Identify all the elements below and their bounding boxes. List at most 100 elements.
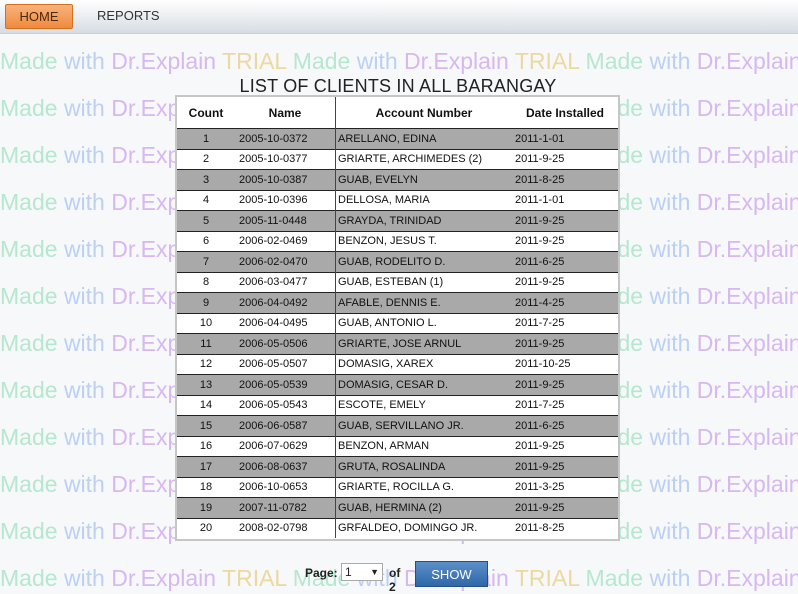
table-row: 4 2005-10-0396 DELLOSA, MARIA 2011-1-01 (177, 189, 618, 211)
cell-account-number: DOMASIG, XAREX (335, 353, 512, 375)
watermark-with: with (63, 330, 105, 356)
cell-name: 2006-04-0492 (235, 292, 336, 313)
cell-account-number: GUAB, EVELYN (335, 169, 512, 190)
table-row: 8 2006-03-0477 GUAB, ESTEBAN (1) 2011-9-25 (177, 271, 618, 293)
watermark-made: Made (0, 95, 58, 121)
cell-account-number: GRIARTE, ROCILLA G. (335, 476, 512, 498)
table-row: 7 2006-02-0470 GUAB, RODELITO D. 2011-6-25 (177, 251, 618, 272)
cell-account-number: GRIARTE, JOSE ARNUL (335, 333, 512, 354)
cell-count: 8 (177, 271, 235, 293)
cell-date-installed: 2011-6-25 (512, 251, 618, 272)
watermark-with: with (63, 236, 105, 262)
table-header-row: Count Name Account Number Date Installed (177, 97, 618, 129)
watermark-with: with (63, 565, 105, 591)
cell-name: 2006-03-0477 (235, 271, 336, 293)
table-row: 9 2006-04-0492 AFABLE, DENNIS E. 2011-4-25 (177, 292, 618, 313)
watermark-dr: Dr.Explain (696, 142, 798, 168)
watermark-made: Made (0, 189, 58, 215)
cell-account-number: GUAB, SERVILLANO JR. (335, 415, 512, 436)
watermark-with: with (63, 518, 105, 544)
page-title: LIST OF CLIENTS IN ALL BARANGAY (0, 76, 798, 97)
cell-date-installed: 2011-8-25 (512, 169, 618, 190)
cell-name: 2006-06-0587 (235, 415, 336, 436)
cell-name: 2006-05-0539 (235, 374, 336, 395)
watermark-dr: Dr.Explain (111, 48, 217, 74)
watermark-dr: Dr.Explain (696, 95, 798, 121)
cell-account-number: GUAB, HERMINA (2) (335, 497, 512, 518)
table-row: 19 2007-11-0782 GUAB, HERMINA (2) 2011-9-25 (177, 497, 618, 518)
cell-date-installed: 2011-7-25 (512, 312, 618, 334)
watermark-with: with (63, 95, 105, 121)
cell-count: 1 (177, 128, 235, 149)
table-row: 12 2006-05-0507 DOMASIG, XAREX 2011-10-25 (177, 353, 618, 375)
cell-name: 2005-10-0372 (235, 128, 336, 149)
cell-account-number: ARELLANO, EDINA (335, 128, 512, 149)
cell-count: 17 (177, 456, 235, 477)
cell-count: 7 (177, 251, 235, 272)
top-nav-bar: HOME REPORTS (0, 0, 798, 34)
cell-count: 4 (177, 189, 235, 211)
watermark-with: with (649, 330, 691, 356)
cell-account-number: GRIARTE, ARCHIMEDES (2) (335, 148, 512, 170)
cell-date-installed: 2011-3-25 (512, 476, 618, 498)
table-row: 14 2006-05-0543 ESCOTE, EMELY 2011-7-25 (177, 394, 618, 416)
clients-table-container: Count Name Account Number Date Installed… (175, 95, 620, 541)
page-select[interactable]: 1 ▼ (341, 563, 383, 581)
cell-date-installed: 2011-9-25 (512, 148, 618, 170)
watermark-made: Made (585, 48, 644, 74)
cell-name: 2006-02-0470 (235, 251, 336, 272)
cell-count: 3 (177, 169, 235, 190)
watermark-dr: Dr.Explain (696, 236, 798, 262)
cell-account-number: DOMASIG, CESAR D. (335, 374, 512, 395)
watermark-made: Made (0, 518, 58, 544)
cell-date-installed: 2011-9-25 (512, 374, 618, 395)
cell-count: 14 (177, 394, 235, 416)
cell-count: 11 (177, 333, 235, 354)
watermark-with: with (649, 377, 691, 403)
show-button[interactable]: SHOW (415, 561, 488, 587)
watermark-with: with (63, 471, 105, 497)
table-row: 6 2006-02-0469 BENZON, JESUS T. 2011-9-25 (177, 230, 618, 252)
cell-count: 10 (177, 312, 235, 334)
cell-date-installed: 2011-9-25 (512, 497, 618, 518)
watermark-made: Made (0, 236, 58, 262)
cell-account-number: BENZON, JESUS T. (335, 230, 512, 252)
header-date-installed: Date Installed (512, 97, 618, 129)
watermark-dr: Dr.Explain (111, 565, 217, 591)
table-row: 20 2008-02-0798 GRFALDEO, DOMINGO JR. 2011-… (177, 517, 618, 538)
watermark-made: Made (0, 424, 58, 450)
nav-reports-link[interactable]: REPORTS (97, 8, 160, 23)
cell-date-installed: 2011-9-25 (512, 230, 618, 252)
cell-date-installed: 2011-9-25 (512, 456, 618, 477)
cell-count: 9 (177, 292, 235, 313)
watermark-dr: Dr.Explain (404, 48, 509, 74)
cell-account-number: ESCOTE, EMELY (335, 394, 512, 416)
cell-account-number: GUAB, ESTEBAN (1) (335, 271, 512, 293)
table-row: 15 2006-06-0587 GUAB, SERVILLANO JR. 2011-6… (177, 415, 618, 436)
cell-account-number: GRAYDA, TRINIDAD (335, 210, 512, 231)
watermark-trial: TRIAL (222, 565, 287, 591)
table-row: 16 2006-07-0629 BENZON, ARMAN 2011-9-25 (177, 435, 618, 457)
watermark-with: with (63, 48, 105, 74)
watermark-with: with (63, 377, 105, 403)
cell-count: 15 (177, 415, 235, 436)
nav-home-button[interactable]: HOME (5, 4, 73, 29)
cell-name: 2007-11-0782 (235, 497, 336, 518)
watermark-dr: Dr.Explain (696, 565, 798, 591)
cell-name: 2006-08-0637 (235, 456, 336, 477)
cell-date-installed: 2011-9-25 (512, 435, 618, 457)
watermark-made: Made (292, 48, 351, 74)
watermark-dr: Dr.Explain (696, 283, 798, 309)
watermark-made: Made (0, 48, 58, 74)
watermark-with: with (649, 471, 691, 497)
cell-date-installed: 2011-9-25 (512, 333, 618, 354)
cell-account-number: GRUTA, ROSALINDA (335, 456, 512, 477)
cell-name: 2006-04-0495 (235, 312, 336, 334)
cell-account-number: AFABLE, DENNIS E. (335, 292, 512, 313)
watermark-with: with (649, 236, 691, 262)
chevron-down-icon: ▼ (370, 567, 379, 577)
cell-count: 16 (177, 435, 235, 457)
cell-name: 2006-10-0653 (235, 476, 336, 498)
cell-count: 20 (177, 517, 235, 538)
watermark-dr: Dr.Explain (696, 471, 798, 497)
